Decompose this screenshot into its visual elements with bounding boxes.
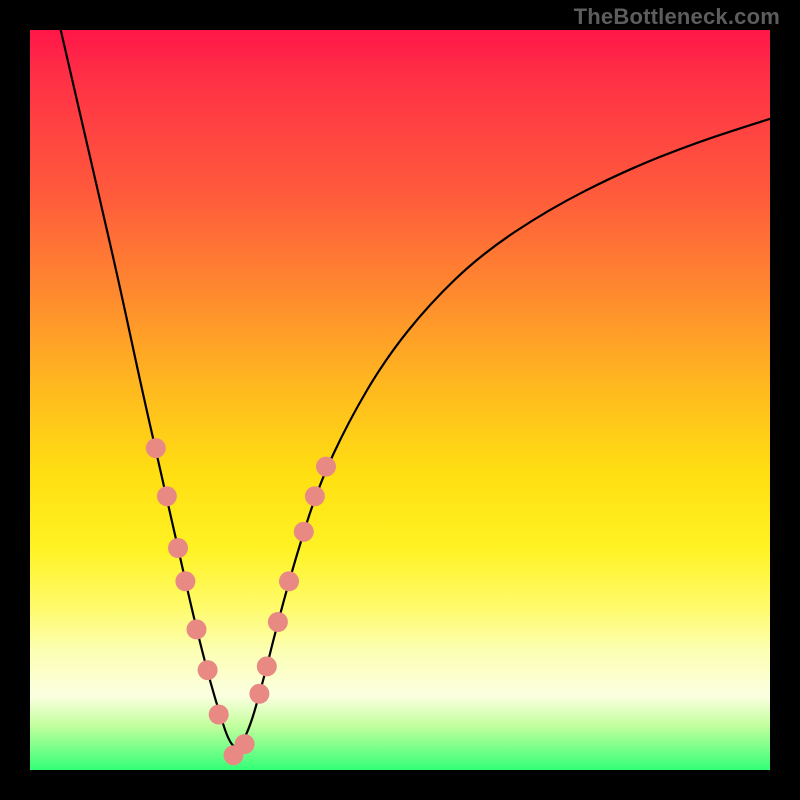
marker-point	[257, 656, 277, 676]
marker-point	[146, 438, 166, 458]
marker-point	[168, 538, 188, 558]
marker-point	[249, 684, 269, 704]
marker-point	[175, 571, 195, 591]
marker-point	[157, 486, 177, 506]
marker-point	[268, 612, 288, 632]
v-curve	[30, 0, 770, 747]
marker-point	[316, 457, 336, 477]
marker-point	[235, 734, 255, 754]
marker-point	[187, 619, 207, 639]
marker-point	[305, 486, 325, 506]
curve-layer	[30, 30, 770, 770]
marker-point	[294, 522, 314, 542]
highlighted-points	[146, 438, 336, 765]
plot-area	[30, 30, 770, 770]
attribution-label: TheBottleneck.com	[574, 4, 780, 30]
chart-frame: TheBottleneck.com	[0, 0, 800, 800]
marker-point	[198, 660, 218, 680]
marker-point	[209, 705, 229, 725]
marker-point	[279, 571, 299, 591]
